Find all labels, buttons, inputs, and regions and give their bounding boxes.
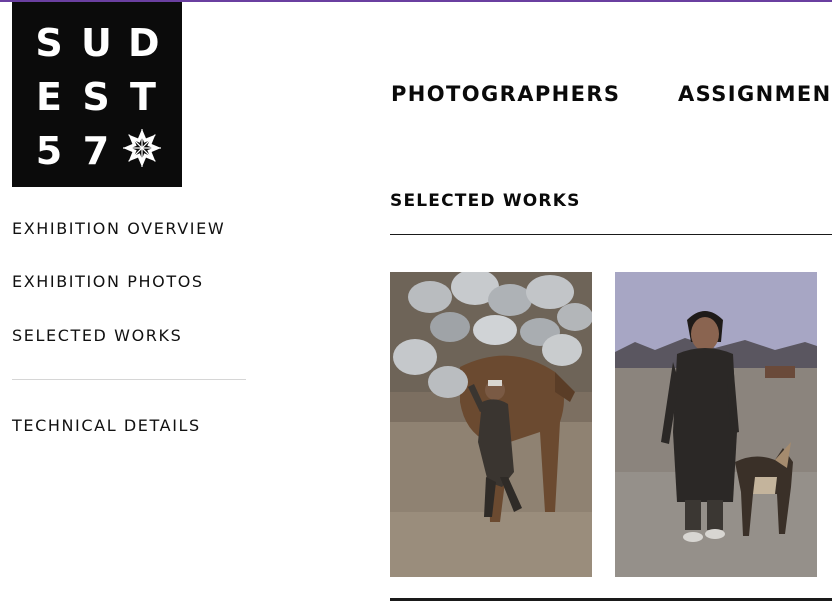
section-title: SELECTED WORKS [390, 191, 581, 211]
eight-point-star-icon [123, 129, 161, 167]
sidebar-divider [12, 379, 246, 380]
logo-letter: U [81, 21, 112, 65]
photo-thumbnail-camel-boy[interactable] [390, 272, 592, 577]
logo-letter: 5 [35, 129, 63, 173]
photo-image [390, 272, 592, 577]
photo-thumbnail-boy-with-dog[interactable] [615, 272, 817, 577]
sidebar-item-exhibition-overview[interactable]: EXHIBITION OVERVIEW [12, 219, 225, 238]
section-divider [390, 234, 832, 235]
logo-letter: S [82, 75, 110, 119]
photo-image [615, 272, 817, 577]
sud-est-57-logo[interactable]: S U D E S T 5 7 [12, 2, 182, 187]
logo-letter: E [36, 75, 62, 119]
sidebar-item-technical-details[interactable]: TECHNICAL DETAILS [12, 416, 201, 435]
logo-letter: S [35, 21, 63, 65]
nav-assignments[interactable]: ASSIGNMEN [678, 82, 832, 106]
logo-letter: 7 [82, 129, 110, 173]
sidebar-item-exhibition-photos[interactable]: EXHIBITION PHOTOS [12, 272, 204, 291]
sidebar-item-selected-works[interactable]: SELECTED WORKS [12, 326, 182, 345]
logo-letter: D [128, 21, 160, 65]
logo-letter: T [130, 75, 156, 119]
nav-photographers[interactable]: PHOTOGRAPHERS [391, 82, 620, 106]
